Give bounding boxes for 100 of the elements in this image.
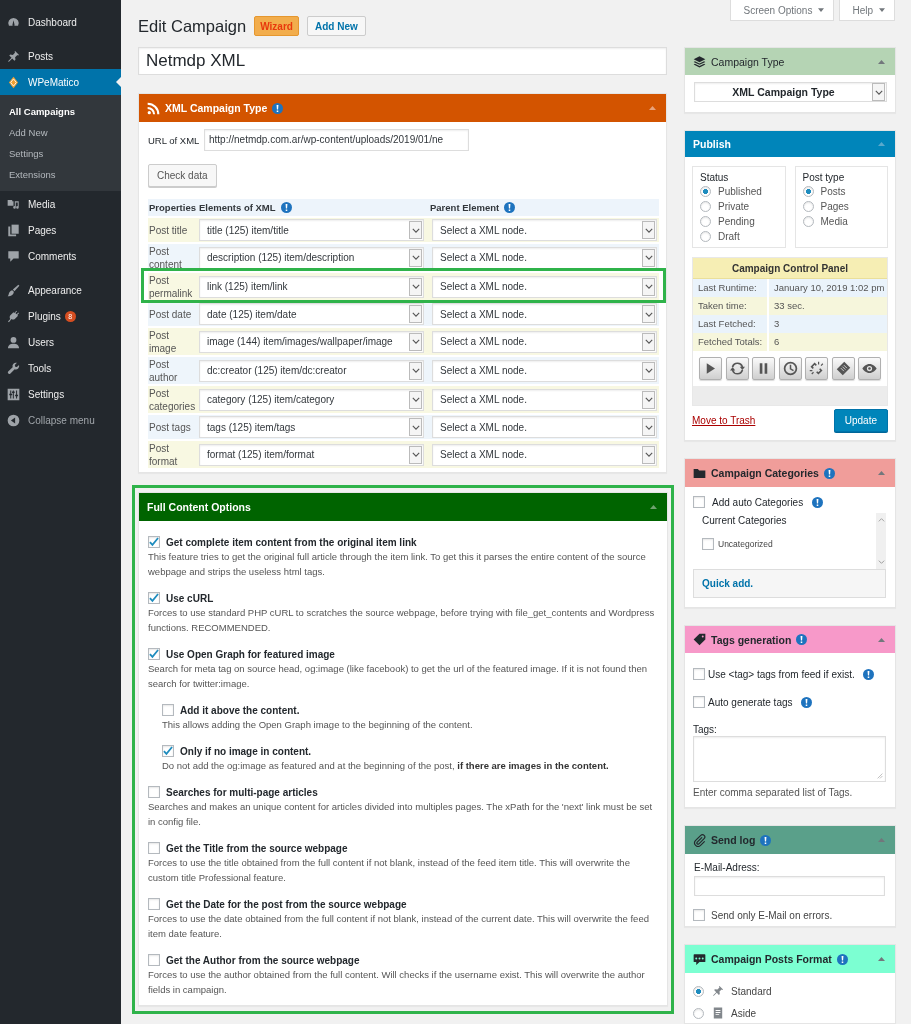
sidebar-item[interactable]: Comments <box>0 243 121 269</box>
select-field[interactable]: title (125) item/title <box>199 219 424 241</box>
submenu-item[interactable]: Add New <box>0 122 121 143</box>
sidebar-item[interactable]: WPeMatico <box>0 69 121 95</box>
select-field[interactable]: tags (125) item/tags <box>199 416 424 438</box>
radio-button[interactable] <box>802 186 814 197</box>
submenu-item[interactable]: All Campaigns <box>0 101 121 122</box>
scroll-up-icon <box>877 518 885 522</box>
refresh-button[interactable] <box>725 357 749 380</box>
select-field[interactable]: format (125) item/format <box>199 443 424 466</box>
title-field[interactable]: Netmdp XML <box>138 47 667 75</box>
collapse-toggle-icon[interactable] <box>878 471 885 475</box>
resize-grip-icon <box>877 773 883 779</box>
collapse-menu-button[interactable]: Collapse menu <box>0 407 121 433</box>
select-field[interactable]: image (144) item/images/wallpaper/image <box>199 330 424 353</box>
checkbox[interactable] <box>162 704 174 716</box>
collapse-toggle-icon[interactable] <box>878 838 885 842</box>
checkbox[interactable] <box>148 536 160 548</box>
select-field[interactable]: date (125) item/date <box>199 303 424 325</box>
play-button[interactable] <box>699 357 722 380</box>
collapse-toggle-icon[interactable] <box>650 505 657 509</box>
option-description: This allows adding the Open Graph image to the beginning of the content. <box>162 718 474 732</box>
collapse-toggle-icon[interactable] <box>649 106 656 110</box>
tags-field[interactable] <box>693 736 886 782</box>
property-label: Post content <box>149 245 182 270</box>
collapse-toggle-icon[interactable] <box>878 637 885 642</box>
checkbox[interactable] <box>693 909 705 921</box>
stat-label: Taken time: <box>693 297 767 315</box>
header-tab[interactable]: Screen Options <box>730 0 835 21</box>
checkbox[interactable] <box>148 648 160 660</box>
radio-button[interactable] <box>700 231 711 242</box>
checkbox[interactable] <box>693 668 705 680</box>
paperclip-icon <box>693 833 706 847</box>
select-field[interactable]: Select a XML node. <box>432 303 657 325</box>
select-field[interactable]: Select a XML node. <box>432 246 657 269</box>
select-field[interactable]: Select a XML node. <box>432 443 657 466</box>
select-field[interactable]: Select a XML node. <box>432 359 657 382</box>
sidebar-item[interactable]: Dashboard <box>0 9 121 35</box>
scrollbar[interactable] <box>876 513 886 569</box>
header-tab[interactable]: Help <box>839 0 895 21</box>
collapse-toggle-icon[interactable] <box>878 142 885 146</box>
select-field[interactable]: Select a XML node. <box>432 275 657 298</box>
checkbox[interactable] <box>148 954 160 966</box>
checkbox[interactable] <box>148 842 160 854</box>
submenu-item[interactable]: Extensions <box>0 164 121 185</box>
select-field[interactable]: Select a XML node. <box>432 416 657 438</box>
collapse-toggle-icon[interactable] <box>878 59 885 64</box>
panel-title: XML Campaign Type <box>165 102 268 114</box>
url-field[interactable]: http://netmdp.com.ar/wp-content/uploads/2019/01/ne <box>204 129 469 151</box>
check-data-button[interactable]: Check data <box>148 164 217 187</box>
radio-button[interactable] <box>802 201 814 212</box>
email-field[interactable] <box>694 876 885 896</box>
checkbox[interactable] <box>693 696 705 708</box>
radio-button[interactable] <box>693 1007 704 1019</box>
select-field[interactable]: Select a XML node. <box>432 219 657 241</box>
sidebar-item[interactable]: Appearance <box>0 277 121 303</box>
radio-label: Pages <box>820 201 849 212</box>
radio-button[interactable] <box>700 216 711 227</box>
eraser-button[interactable] <box>831 357 855 380</box>
panel-title: Full Content Options <box>147 501 251 513</box>
collapse-toggle-icon[interactable] <box>878 957 885 961</box>
select-field[interactable]: dc:creator (125) item/dc:creator <box>199 359 424 382</box>
radio-button[interactable] <box>693 985 704 997</box>
paintbrush-icon <box>7 283 20 297</box>
radio-button[interactable] <box>700 201 711 212</box>
quick-add-link[interactable]: Quick add. <box>702 578 754 589</box>
broken-link-button[interactable] <box>805 357 828 380</box>
select-field[interactable]: Select a XML node. <box>432 388 657 411</box>
clock-button[interactable] <box>778 357 802 380</box>
eye-button[interactable] <box>858 357 881 380</box>
radio-button[interactable] <box>700 186 711 197</box>
select-field[interactable]: link (125) item/link <box>199 275 424 298</box>
checkbox[interactable] <box>148 898 160 910</box>
radio-button[interactable] <box>802 216 814 227</box>
select-field[interactable]: description (125) item/description <box>199 246 424 269</box>
checkbox[interactable] <box>162 745 174 757</box>
option-label: Searches for multi-page articles <box>166 786 318 798</box>
submenu-item[interactable]: Settings <box>0 143 121 164</box>
select-field[interactable]: XML Campaign Type <box>694 82 887 102</box>
move-to-trash-link[interactable]: Move to Trash <box>692 415 756 426</box>
update-button[interactable]: Update <box>833 409 888 432</box>
sidebar-item[interactable]: Pages <box>0 217 121 243</box>
pushpin-icon <box>7 49 20 63</box>
checkbox[interactable] <box>148 786 160 798</box>
sidebar-item[interactable]: Tools <box>0 355 121 381</box>
checkbox[interactable] <box>702 538 714 550</box>
field-label: Tags: <box>693 724 718 736</box>
checkbox[interactable] <box>148 592 160 604</box>
select-field[interactable]: Select a XML node. <box>432 330 657 353</box>
checkbox[interactable] <box>693 496 705 508</box>
select-field[interactable]: category (125) item/category <box>199 388 424 411</box>
sidebar-item[interactable]: Settings <box>0 381 121 407</box>
sidebar-item[interactable]: Media <box>0 191 121 217</box>
gauge-icon <box>7 15 20 29</box>
sidebar-item[interactable]: Posts <box>0 43 121 69</box>
radio-label: Aside <box>731 1007 756 1019</box>
property-label: Post image <box>149 329 177 354</box>
add-new-button[interactable]: Add New <box>306 16 366 36</box>
pause-button[interactable] <box>752 357 775 380</box>
sidebar-item[interactable]: Users <box>0 329 121 355</box>
